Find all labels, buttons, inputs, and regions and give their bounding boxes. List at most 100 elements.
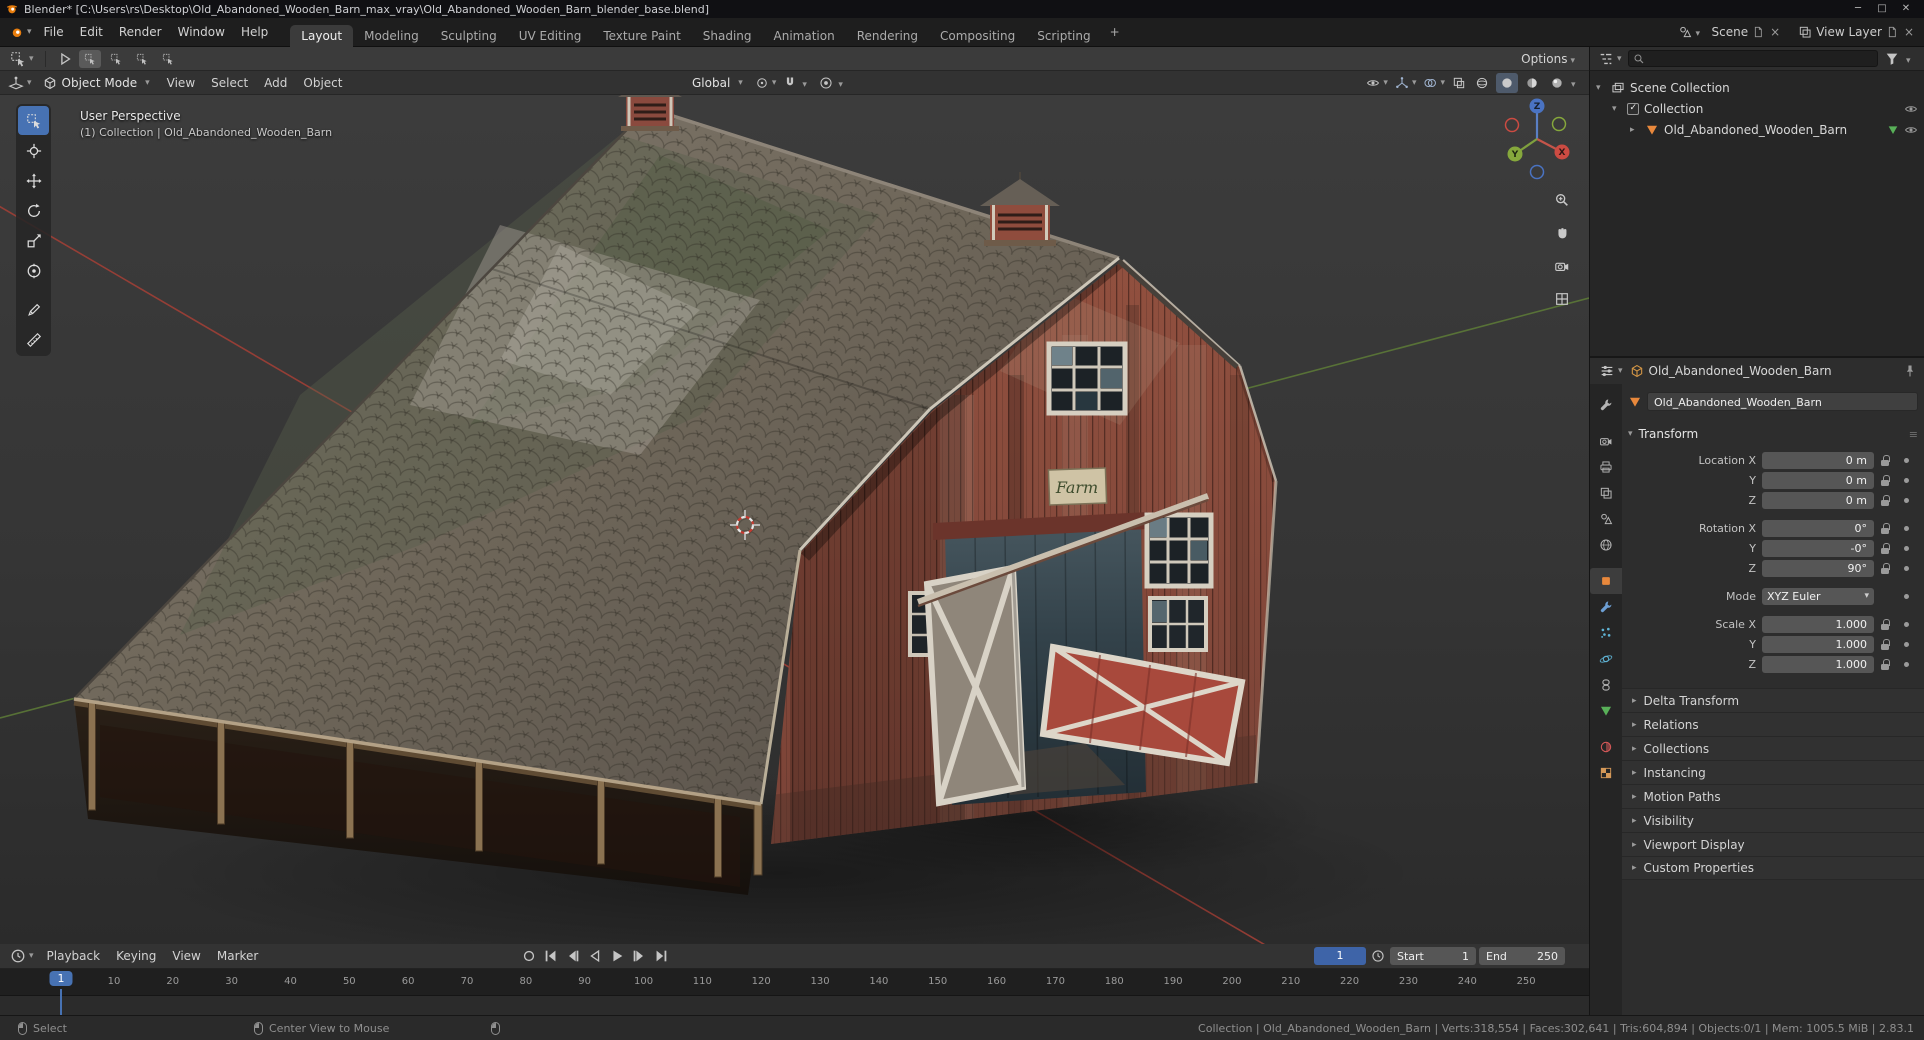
scene-dropdown-arrow[interactable] [1696,25,1708,39]
timeline-menu-keying[interactable]: Keying [108,947,164,965]
properties-tab-particles[interactable] [1590,620,1622,646]
tool-scale-button[interactable] [18,226,49,255]
lock-icon[interactable] [1880,618,1890,631]
transform-panel-header[interactable]: Transform ≡ [1628,423,1918,445]
lock-icon[interactable] [1880,562,1890,575]
outliner-search-input[interactable] [1647,52,1873,65]
tool-measure-button[interactable] [18,325,49,354]
new-view-layer-icon[interactable] [1886,26,1898,38]
properties-tab-texture[interactable] [1590,760,1622,786]
play-button[interactable] [607,946,627,966]
animate-dot[interactable] [1904,526,1909,531]
animate-dot[interactable] [1904,622,1909,627]
properties-tab-view-layer[interactable] [1590,480,1622,506]
workspace-tab-compositing[interactable]: Compositing [929,25,1026,47]
properties-editor-type-button[interactable] [1597,361,1625,381]
animate-dot[interactable] [1904,546,1909,551]
shading-rendered-button[interactable] [1546,73,1568,93]
camera-view-button[interactable] [1549,253,1575,279]
gizmo-minus-x[interactable] [1504,117,1520,133]
lock-icon[interactable] [1880,658,1890,671]
viewport-menu-object[interactable]: Object [295,74,350,92]
tool-annotate-button[interactable] [18,295,49,324]
outliner-editor-type-button[interactable] [1596,49,1624,69]
animate-dot[interactable] [1904,478,1909,483]
blender-menu-button[interactable] [8,23,34,41]
value-field[interactable]: 0° [1762,520,1874,537]
eye-icon[interactable] [1904,123,1918,137]
remove-view-layer-button[interactable]: × [1902,25,1916,39]
end-frame-field[interactable]: End 250 [1479,947,1565,965]
start-frame-field[interactable]: Start 1 [1390,947,1476,965]
ortho-toggle-button[interactable] [1549,286,1575,312]
viewport-menu-view[interactable]: View [159,74,203,92]
tool-rotate-button[interactable] [18,196,49,225]
properties-tab-tool[interactable] [1590,392,1622,418]
collection-checkbox[interactable] [1627,102,1639,115]
animate-dot[interactable] [1904,498,1909,503]
viewport-menu-add[interactable]: Add [256,74,295,92]
add-workspace-button[interactable]: + [1102,23,1128,41]
section-motion-paths[interactable]: Motion Paths [1622,784,1924,808]
transform-orientation-dropdown[interactable]: Global [685,74,750,92]
shading-solid-button[interactable] [1496,73,1518,93]
properties-tab-physics[interactable] [1590,646,1622,672]
section-visibility[interactable]: Visibility [1622,808,1924,832]
properties-tab-world[interactable] [1590,532,1622,558]
animate-dot[interactable] [1904,566,1909,571]
tool-select-box-button[interactable] [18,106,49,135]
shading-wireframe-button[interactable] [1471,73,1493,93]
workspace-tab-modeling[interactable]: Modeling [353,25,430,47]
gizmo-minus-z[interactable] [1529,164,1545,180]
select-mode-intersect-button[interactable] [157,50,179,68]
active-tool-button[interactable] [8,49,36,69]
new-scene-icon[interactable] [1752,26,1764,38]
timeline-track[interactable] [0,996,1589,1014]
menu-file[interactable]: File [36,23,72,41]
expand-arrow-icon[interactable] [1612,104,1622,114]
select-mode-extend-button[interactable] [105,50,127,68]
gizmos-dropdown[interactable] [1393,74,1419,92]
animate-dot[interactable] [1904,594,1909,599]
outliner-row-object[interactable]: Old_Abandoned_Wooden_Barn [1590,119,1924,140]
viewport-menu-select[interactable]: Select [203,74,256,92]
shading-dropdown[interactable] [1571,76,1583,90]
timeline-editor-type-button[interactable] [8,946,36,966]
value-field[interactable]: 0 m [1762,452,1874,469]
unlink-scene-button[interactable]: × [1768,25,1782,39]
next-keyframe-button[interactable] [629,946,649,966]
timeline-menu-playback[interactable]: Playback [39,947,109,965]
section-relations[interactable]: Relations [1622,712,1924,736]
menu-render[interactable]: Render [111,23,170,41]
mesh-data-icon[interactable] [1887,124,1899,136]
section-instancing[interactable]: Instancing [1622,760,1924,784]
jump-to-end-button[interactable] [651,946,671,966]
object-mode-dropdown[interactable]: Object Mode [36,74,157,92]
scene-selector[interactable]: Scene × [1678,25,1783,39]
properties-tab-scene[interactable] [1590,506,1622,532]
viewport-3d[interactable]: Object Mode ViewSelectAddObject Global [0,71,1589,944]
close-button[interactable]: ✕ [1894,0,1918,18]
previous-keyframe-button[interactable] [563,946,583,966]
current-frame-field[interactable]: 1 [1314,947,1366,965]
outliner-filter-button[interactable] [1882,49,1902,69]
value-field[interactable]: 1.000 [1762,656,1874,673]
outliner-row-collection[interactable]: Collection [1590,98,1924,119]
workspace-tab-scripting[interactable]: Scripting [1026,25,1101,47]
view-layer-selector[interactable]: View Layer × [1798,25,1916,39]
rotation-mode-select[interactable]: XYZ Euler [1762,588,1874,605]
eye-icon[interactable] [1904,102,1918,116]
jump-to-start-button[interactable] [541,946,561,966]
timeline-menu-view[interactable]: View [164,947,208,965]
play-reverse-button[interactable] [585,946,605,966]
properties-tab-material[interactable] [1590,734,1622,760]
properties-tab-object-data[interactable] [1590,698,1622,724]
outliner-row-scene-collection[interactable]: Scene Collection [1590,77,1924,98]
playhead-line[interactable] [60,989,62,1015]
menu-edit[interactable]: Edit [72,23,111,41]
value-field[interactable]: 1.000 [1762,636,1874,653]
object-name-field[interactable]: Old_Abandoned_Wooden_Barn [1647,392,1918,411]
properties-tab-render[interactable] [1590,428,1622,454]
value-field[interactable]: -0° [1762,540,1874,557]
pan-button[interactable] [1549,220,1575,246]
